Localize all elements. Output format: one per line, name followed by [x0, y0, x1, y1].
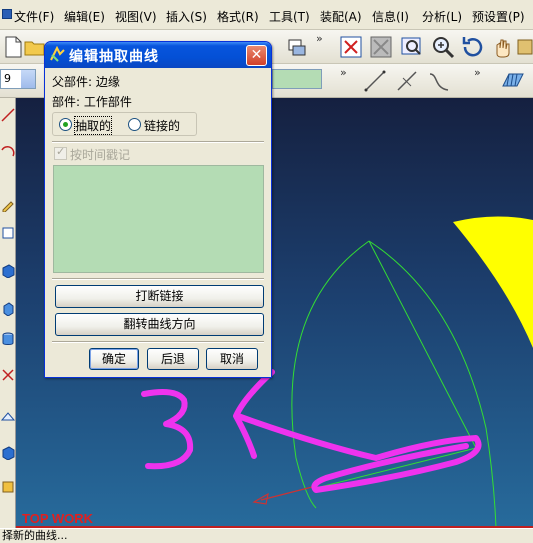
radio-extracted-label[interactable]: 抽取的 — [73, 116, 113, 135]
menu-preferences[interactable]: 预设置(P) — [472, 8, 525, 25]
radio-linked-label[interactable]: 链接的 — [144, 117, 180, 134]
menu-tools[interactable]: 工具(T) — [269, 8, 310, 25]
zoom-window-icon[interactable] — [399, 34, 425, 60]
menu-format[interactable]: 格式(R) — [217, 8, 259, 25]
edit-extract-curve-dialog: 编辑抽取曲线 ✕ 父部件: 边缘 部件: 工作部件 抽取的 链接的 按时间戳记 … — [44, 41, 272, 378]
nx-logo-icon — [50, 46, 65, 62]
extracted-curve-arc2 — [368, 240, 497, 528]
dialog-titlebar[interactable]: 编辑抽取曲线 ✕ — [45, 42, 271, 68]
divider — [52, 341, 264, 343]
menu-file[interactable]: 文件(F) — [14, 8, 54, 25]
menu-insert[interactable]: 插入(S) — [166, 8, 207, 25]
line-tool-icon[interactable] — [1, 108, 15, 122]
arc-tool-icon[interactable] — [1, 144, 15, 158]
fit-view-icon[interactable] — [338, 34, 364, 60]
left-toolbar — [0, 98, 16, 530]
menu-analysis[interactable]: 分析(L) — [422, 8, 462, 25]
curve-listbox[interactable] — [53, 165, 264, 273]
yellow-surface — [453, 216, 533, 348]
pan-icon[interactable] — [490, 34, 516, 60]
link-mode-radio-group: 抽取的 链接的 — [52, 112, 197, 136]
break-link-button[interactable]: 打断链接 — [55, 285, 264, 308]
extracted-curve-line — [368, 240, 477, 449]
ok-button[interactable]: 确定 — [89, 348, 139, 370]
parent-part-label: 父部件: 边缘 — [52, 75, 120, 89]
menu-assembly[interactable]: 装配(A) — [320, 8, 362, 25]
selection-filter-combo[interactable] — [272, 69, 322, 89]
surface-icon[interactable] — [500, 68, 526, 94]
divider — [52, 278, 264, 280]
app-menu-icon[interactable] — [2, 9, 12, 19]
radio-linked[interactable] — [128, 118, 141, 131]
layer-combo[interactable]: 9 — [0, 69, 36, 89]
trim-tool-icon[interactable] — [1, 368, 15, 382]
shaded-view-icon[interactable] — [368, 34, 394, 60]
edit-tool-icon[interactable] — [1, 198, 15, 212]
radio-extracted[interactable] — [59, 118, 72, 131]
zoom-icon[interactable] — [430, 34, 456, 60]
menu-info[interactable]: 信息(I) — [372, 8, 409, 25]
feature-tool-icon[interactable] — [1, 480, 15, 494]
dialog-title: 编辑抽取曲线 — [69, 49, 159, 65]
annotation-strokes — [141, 369, 482, 493]
close-icon[interactable]: ✕ — [246, 45, 267, 66]
line-icon[interactable] — [362, 68, 388, 94]
extrude-tool-icon[interactable] — [1, 302, 15, 316]
more-tools-icon[interactable] — [516, 34, 533, 60]
timestamp-checkbox[interactable] — [54, 145, 67, 160]
dialog-body: 父部件: 边缘 部件: 工作部件 抽取的 链接的 按时间戳记 打断链接 翻转曲线… — [45, 68, 271, 378]
view-label: TOP WORK — [22, 511, 94, 526]
toolbar2-overflow-icon[interactable]: » — [340, 66, 347, 79]
direction-arrow — [260, 485, 317, 501]
reverse-curve-button[interactable]: 翻转曲线方向 — [55, 313, 264, 336]
cylinder-tool-icon[interactable] — [1, 332, 15, 346]
cancel-button[interactable]: 取消 — [206, 348, 258, 370]
status-text: 择新的曲线... — [2, 529, 68, 542]
toolbar-overflow-icon[interactable]: » — [316, 32, 323, 45]
rotate-icon[interactable] — [460, 34, 486, 60]
divider — [52, 141, 264, 143]
toolbar2-overflow2-icon[interactable]: » — [474, 66, 481, 79]
combo-arrow-icon[interactable] — [21, 70, 35, 88]
arc-icon[interactable] — [394, 68, 420, 94]
block-tool-icon[interactable] — [1, 264, 15, 278]
menu-view[interactable]: 视图(V) — [115, 8, 157, 25]
status-bar: 择新的曲线... — [0, 528, 533, 543]
layer-icon[interactable] — [284, 34, 310, 60]
menu-bar: 文件(F) 编辑(E) 视图(V) 插入(S) 格式(R) 工具(T) 装配(A… — [0, 0, 533, 30]
menu-edit[interactable]: 编辑(E) — [64, 8, 105, 25]
box-tool-icon[interactable] — [1, 226, 15, 240]
back-button[interactable]: 后退 — [147, 348, 199, 370]
sheet-tool-icon[interactable] — [1, 410, 15, 424]
part-label: 部件: 工作部件 — [52, 95, 132, 109]
solid-tool-icon[interactable] — [1, 446, 15, 460]
layer-combo-value: 9 — [4, 72, 11, 85]
spline-icon[interactable] — [426, 68, 452, 94]
timestamp-label: 按时间戳记 — [70, 148, 131, 162]
